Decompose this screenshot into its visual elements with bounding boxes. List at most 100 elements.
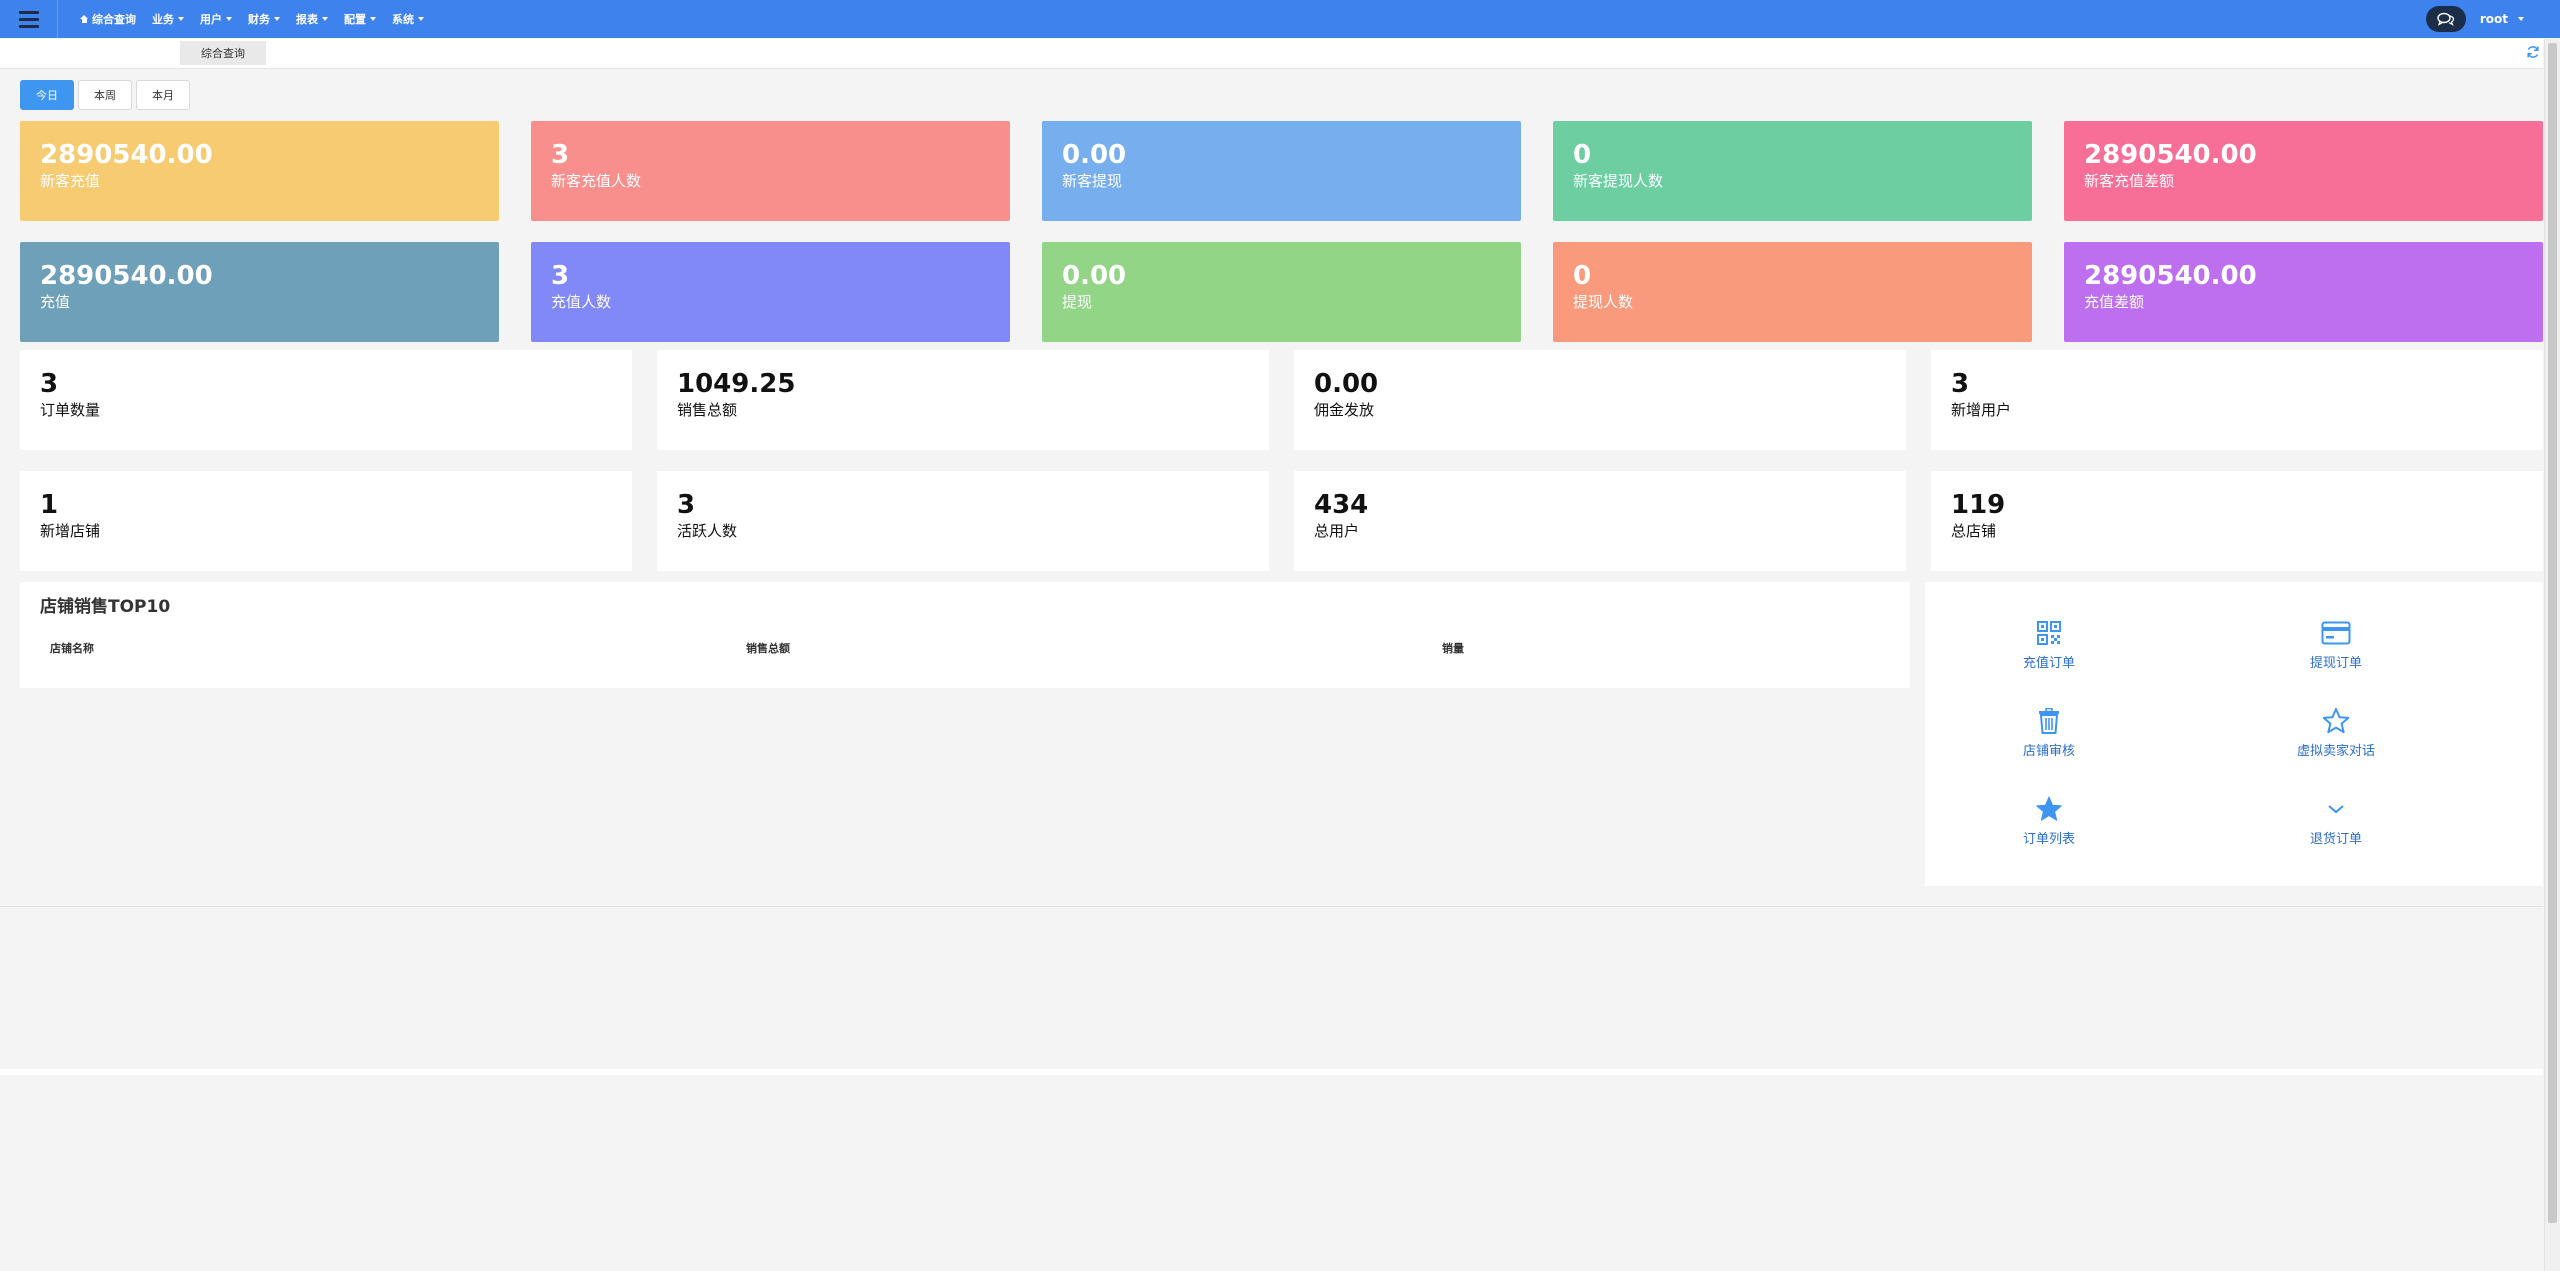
stat-value: 3 — [551, 261, 570, 291]
stat-card-sales-total[interactable]: 1049.25 销售总额 — [657, 350, 1269, 450]
stat-label: 新客充值人数 — [551, 172, 642, 190]
stat-label: 新增用户 — [1951, 401, 2012, 419]
main-nav: 综合查询 业务 用户 财务 报表 配置 系统 — [80, 11, 440, 27]
stat-card-new-shops[interactable]: 1 新增店铺 — [20, 471, 632, 571]
quick-link-order-list[interactable]: 订单列表 — [1969, 794, 2129, 847]
stat-label: 活跃人数 — [677, 522, 738, 540]
stat-label: 佣金发放 — [1314, 401, 1375, 419]
stat-card-new-recharge-diff[interactable]: 2890540.00 新客充值差额 — [2064, 121, 2543, 221]
footer-divider — [0, 906, 2543, 907]
stat-label: 订单数量 — [40, 401, 101, 419]
stat-label: 总用户 — [1314, 522, 1360, 540]
stat-card-new-recharge[interactable]: 2890540.00 新客充值 — [20, 121, 499, 221]
nav-item-label: 报表 — [296, 13, 318, 26]
nav-item-finance[interactable]: 财务 — [248, 11, 280, 27]
stat-label: 新客充值差额 — [2084, 172, 2175, 190]
caret-down-icon — [370, 17, 376, 21]
stat-value: 3 — [677, 490, 696, 520]
period-week-button[interactable]: 本周 — [78, 80, 132, 110]
quick-link-label: 虚拟卖家对话 — [2296, 744, 2375, 759]
vertical-scrollbar[interactable] — [2544, 39, 2560, 1271]
stat-value: 3 — [1951, 369, 1970, 399]
quick-link-shop-review[interactable]: 店铺审核 — [1969, 706, 2129, 759]
stat-card-new-recharge-users[interactable]: 3 新客充值人数 — [531, 121, 1010, 221]
stat-value: 0.00 — [1062, 261, 1127, 291]
column-header-sales-total: 销售总额 — [746, 642, 790, 655]
nav-item-reports[interactable]: 报表 — [296, 11, 328, 27]
stat-value: 2890540.00 — [40, 261, 213, 291]
stat-value: 2890540.00 — [2084, 261, 2257, 291]
stat-card-new-users[interactable]: 3 新增用户 — [1931, 350, 2543, 450]
quick-link-label: 退货订单 — [2309, 832, 2362, 847]
tab-query[interactable]: 综合查询 — [180, 41, 266, 65]
nav-item-business[interactable]: 业务 — [152, 11, 184, 27]
stat-card-order-count[interactable]: 3 订单数量 — [20, 350, 632, 450]
caret-down-icon — [226, 17, 232, 21]
stat-label: 提现 — [1062, 293, 1093, 311]
caret-down-icon — [178, 17, 184, 21]
stat-card-active-users[interactable]: 3 活跃人数 — [657, 471, 1269, 571]
stat-label: 新客提现人数 — [1573, 172, 1664, 190]
stat-value: 0.00 — [1314, 369, 1379, 399]
stat-label: 新增店铺 — [40, 522, 101, 540]
period-selector: 今日 本周 本月 — [20, 80, 190, 110]
star-outline-icon — [2321, 706, 2351, 736]
stat-label: 销售总额 — [677, 401, 738, 419]
stat-label: 新客充值 — [40, 172, 101, 190]
quick-link-label: 店铺审核 — [2022, 744, 2075, 759]
star-filled-icon — [2034, 794, 2064, 824]
stat-card-total-shops[interactable]: 119 总店铺 — [1931, 471, 2543, 571]
trash-icon — [2034, 706, 2064, 736]
nav-item-label: 系统 — [392, 13, 414, 26]
nav-item-label: 用户 — [200, 13, 222, 26]
column-header-shop-name: 店铺名称 — [50, 642, 94, 655]
quick-link-label: 提现订单 — [2309, 656, 2362, 671]
stat-value: 1049.25 — [677, 369, 796, 399]
chat-icon — [2437, 12, 2454, 26]
caret-down-icon — [274, 17, 280, 21]
username-label: root — [2479, 12, 2508, 26]
scrollbar-thumb[interactable] — [2548, 43, 2557, 1223]
column-header-sales-volume: 销量 — [1442, 642, 1464, 655]
refresh-icon[interactable] — [2525, 44, 2541, 60]
stat-card-recharge-users[interactable]: 3 充值人数 — [531, 242, 1010, 342]
tab-bar: 综合查询 — [0, 39, 2543, 69]
nav-item-users[interactable]: 用户 — [200, 11, 232, 27]
stat-value: 434 — [1314, 490, 1369, 520]
stat-card-withdraw-users[interactable]: 0 提现人数 — [1553, 242, 2032, 342]
quick-link-label: 订单列表 — [2022, 832, 2075, 847]
quick-link-virtual-seller-chat[interactable]: 虚拟卖家对话 — [2256, 706, 2416, 759]
menu-toggle-icon[interactable] — [0, 0, 58, 38]
stat-value: 1 — [40, 490, 59, 520]
stat-card-commission[interactable]: 0.00 佣金发放 — [1294, 350, 1906, 450]
period-today-button[interactable]: 今日 — [20, 80, 74, 110]
stat-value: 119 — [1951, 490, 2006, 520]
quick-link-label: 充值订单 — [2022, 656, 2075, 671]
stat-value: 2890540.00 — [2084, 140, 2257, 170]
stat-value: 0.00 — [1062, 140, 1127, 170]
quick-link-recharge-orders[interactable]: 充值订单 — [1969, 618, 2129, 671]
stat-card-recharge-diff[interactable]: 2890540.00 充值差额 — [2064, 242, 2543, 342]
caret-down-icon — [2518, 17, 2524, 21]
stat-card-recharge[interactable]: 2890540.00 充值 — [20, 242, 499, 342]
stat-label: 提现人数 — [1573, 293, 1634, 311]
shop-sales-top10-panel: 店铺销售TOP10 店铺名称 销售总额 销量 — [20, 582, 1910, 688]
quick-link-withdraw-orders[interactable]: 提现订单 — [2256, 618, 2416, 671]
user-menu[interactable]: root — [2480, 12, 2524, 26]
stat-value: 0 — [1573, 140, 1592, 170]
nav-item-label: 财务 — [248, 13, 270, 26]
nav-item-system[interactable]: 系统 — [392, 11, 424, 27]
stat-value: 2890540.00 — [40, 140, 213, 170]
chat-button[interactable] — [2425, 6, 2466, 32]
quick-link-return-orders[interactable]: 退货订单 — [2256, 794, 2416, 847]
nav-item-label: 综合查询 — [92, 13, 136, 26]
period-month-button[interactable]: 本月 — [136, 80, 190, 110]
nav-item-query[interactable]: 综合查询 — [80, 11, 136, 27]
stat-card-new-withdraw-users[interactable]: 0 新客提现人数 — [1553, 121, 2032, 221]
panel-title: 店铺销售TOP10 — [40, 597, 171, 617]
stat-card-total-users[interactable]: 434 总用户 — [1294, 471, 1906, 571]
stat-card-new-withdraw[interactable]: 0.00 新客提现 — [1042, 121, 1521, 221]
top-navbar: 综合查询 业务 用户 财务 报表 配置 系统 root — [0, 0, 2560, 38]
stat-card-withdraw[interactable]: 0.00 提现 — [1042, 242, 1521, 342]
nav-item-config[interactable]: 配置 — [344, 11, 376, 27]
